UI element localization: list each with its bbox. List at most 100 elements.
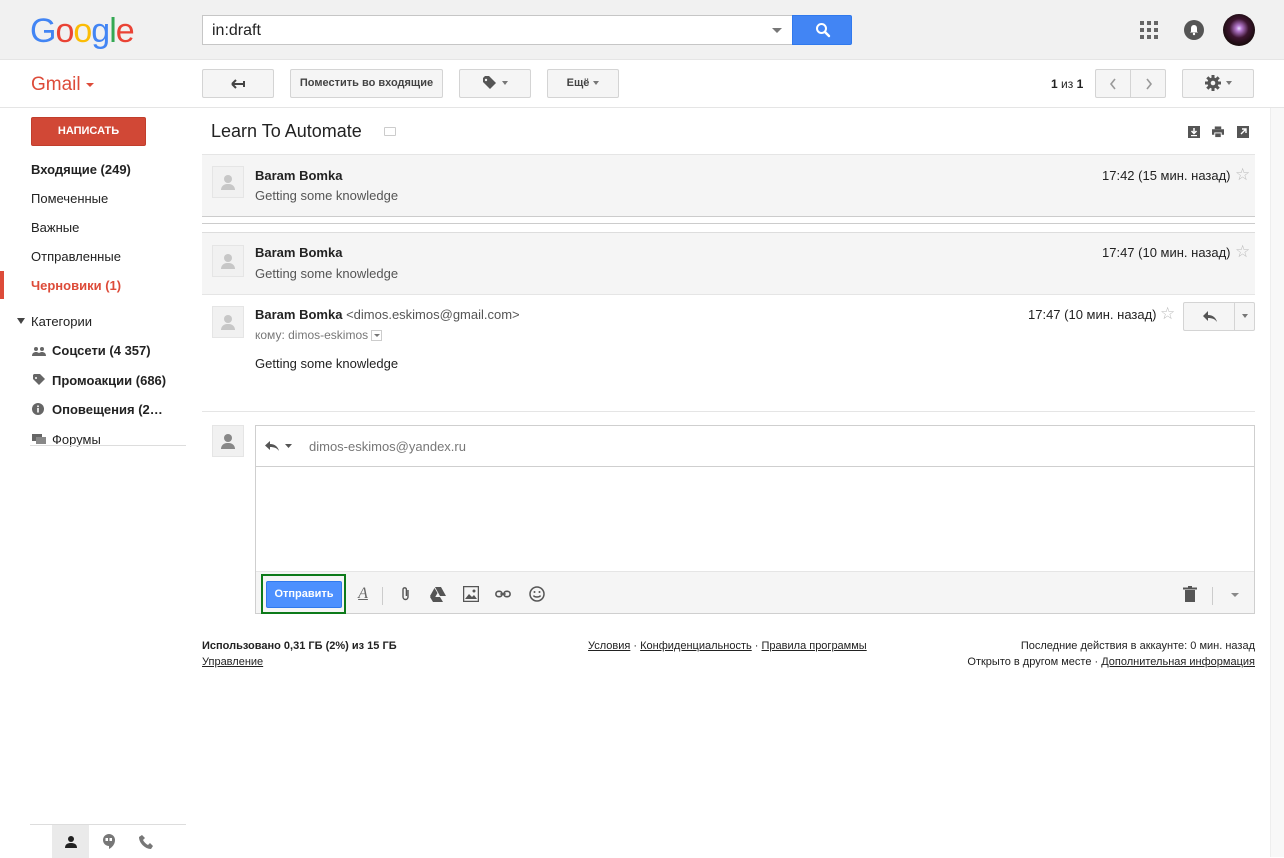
message-expanded: Baram Bomka <dimos.eskimos@gmail.com> ко… <box>202 294 1255 412</box>
search-button[interactable] <box>792 15 852 45</box>
emoji-icon[interactable] <box>529 586 545 602</box>
storage-usage: Использовано 0,31 ГБ (2%) из 15 ГБ <box>202 640 397 652</box>
conversation-view: Learn To Automate Baram Bomka Getting so… <box>202 108 1255 857</box>
forum-icon <box>32 434 46 444</box>
expand-triangle-icon[interactable] <box>17 318 25 324</box>
print-icon[interactable] <box>1212 126 1224 138</box>
top-bar: Google in:draft <box>0 0 1284 60</box>
thread-subject: Learn To Automate <box>211 121 362 141</box>
sidebar-bottom-tabs <box>30 824 186 858</box>
send-button[interactable]: Отправить <box>266 581 342 608</box>
manage-storage-link[interactable]: Управление <box>202 656 263 668</box>
pager-total: 1 <box>1076 77 1084 91</box>
message-body: Getting some knowledge <box>255 356 399 371</box>
older-button[interactable] <box>1130 69 1166 98</box>
sidebar-item-inbox[interactable]: Входящие (249) <box>31 162 131 177</box>
reply-recipients-row[interactable]: dimos-eskimos@yandex.ru <box>256 426 1254 467</box>
tab-hangouts[interactable] <box>90 825 127 858</box>
search-input[interactable]: in:draft <box>202 15 792 45</box>
people-icon <box>32 347 46 356</box>
bell-icon <box>1190 25 1198 36</box>
sidebar-categories-header[interactable]: Категории <box>31 314 92 329</box>
message-collapsed[interactable]: Baram Bomka Getting some knowledge 17:47… <box>202 232 1255 294</box>
sidebar-item-sent[interactable]: Отправленные <box>31 249 121 264</box>
google-drive-icon[interactable] <box>430 586 446 602</box>
sidebar-item-drafts[interactable]: Черновики (1) <box>31 278 121 293</box>
message-time: 17:47 (10 мин. назад) <box>1028 307 1157 322</box>
logo-letter: e <box>115 12 135 50</box>
move-to-inbox-button[interactable]: Поместить во входящие <box>290 69 443 98</box>
reply-type-icon[interactable] <box>265 440 293 452</box>
back-button[interactable] <box>202 69 274 98</box>
sender-name: Baram Bomka <box>255 307 343 322</box>
recipient-label: кому: dimos-eskimos <box>255 328 369 342</box>
apps-grid-icon[interactable] <box>1140 21 1158 39</box>
open-elsewhere-text: Открыто в другом месте · <box>967 656 1102 668</box>
show-details-icon[interactable] <box>371 330 383 342</box>
last-activity: Последние действия в аккаунте: 0 мин. на… <box>1020 640 1255 652</box>
reply-button[interactable] <box>1183 302 1235 331</box>
sidebar-item-starred[interactable]: Помеченные <box>31 191 108 206</box>
collapsed-messages-separator[interactable] <box>202 216 1255 224</box>
star-icon[interactable]: ☆ <box>1235 166 1250 183</box>
chevron-down-icon <box>1226 81 1232 86</box>
star-icon[interactable]: ☆ <box>1160 305 1175 322</box>
divider <box>382 587 383 605</box>
label-icon[interactable] <box>384 127 396 136</box>
formatting-options-icon[interactable]: A <box>355 586 371 602</box>
action-toolbar: Gmail Поместить во входящие Ещё 1 из 1 <box>0 60 1284 108</box>
trash-icon[interactable] <box>1182 586 1198 602</box>
account-avatar[interactable] <box>1223 14 1255 46</box>
insert-link-icon[interactable] <box>495 586 511 602</box>
tab-phone[interactable] <box>128 825 165 858</box>
hangouts-icon <box>103 834 115 849</box>
google-logo[interactable]: Google <box>30 12 135 50</box>
download-icon[interactable] <box>1188 126 1200 138</box>
info-icon <box>32 403 44 415</box>
message-sender: Baram Bomka <box>255 245 343 260</box>
sender-avatar <box>212 166 244 198</box>
star-icon[interactable]: ☆ <box>1235 243 1250 260</box>
sidebar-item-important[interactable]: Важные <box>31 220 79 235</box>
newer-button[interactable] <box>1095 69 1131 98</box>
more-options-chevron-icon[interactable] <box>1231 593 1239 597</box>
gear-icon <box>1205 75 1221 92</box>
privacy-link[interactable]: Конфиденциальность <box>640 640 752 652</box>
details-link[interactable]: Дополнительная информация <box>1101 656 1255 668</box>
paperclip-icon[interactable] <box>398 586 414 602</box>
program-policies-link[interactable]: Правила программы <box>762 640 867 652</box>
reply-icon <box>1203 311 1217 322</box>
more-button[interactable]: Ещё <box>547 69 619 98</box>
scrollbar[interactable] <box>1270 108 1284 857</box>
reply-compose: dimos-eskimos@yandex.ru Отправить A <box>255 425 1255 614</box>
terms-link[interactable]: Условия <box>588 640 630 652</box>
app-switcher-caret-icon[interactable] <box>86 83 94 87</box>
chevron-down-icon <box>593 81 600 86</box>
chevron-down-icon <box>1241 314 1248 319</box>
pager-count: 1 из 1 <box>1051 77 1083 91</box>
chevron-right-icon <box>1146 78 1153 90</box>
labels-button[interactable] <box>459 69 531 98</box>
reply-body-editor[interactable] <box>256 468 1254 570</box>
category-social[interactable]: Соцсети (4 357) <box>52 343 151 358</box>
category-updates[interactable]: Оповещения (2… <box>52 402 163 417</box>
tab-contacts[interactable] <box>52 825 89 858</box>
search-options-icon[interactable] <box>772 28 782 33</box>
back-arrow-icon <box>231 79 245 89</box>
recipient-line: кому: dimos-eskimos <box>255 328 383 342</box>
logo-letter: g <box>91 12 110 50</box>
open-in-new-window-icon[interactable] <box>1237 126 1249 138</box>
app-switcher[interactable]: Gmail <box>31 74 81 96</box>
message-time: 17:47 (10 мин. назад) <box>1102 245 1231 260</box>
message-collapsed[interactable]: Baram Bomka Getting some knowledge 17:42… <box>202 154 1255 216</box>
reply-recipient[interactable]: dimos-eskimos@yandex.ru <box>309 439 466 454</box>
pager-separator: из <box>1057 77 1077 91</box>
notifications-bell-icon[interactable] <box>1184 20 1204 40</box>
message-snippet: Getting some knowledge <box>255 188 399 203</box>
settings-button[interactable] <box>1182 69 1254 98</box>
insert-photo-icon[interactable] <box>463 586 479 602</box>
category-promotions[interactable]: Промоакции (686) <box>52 373 166 388</box>
compose-button[interactable]: НАПИСАТЬ <box>31 117 146 146</box>
sidebar: НАПИСАТЬ Входящие (249) Помеченные Важны… <box>0 108 200 858</box>
message-more-button[interactable] <box>1234 302 1255 331</box>
